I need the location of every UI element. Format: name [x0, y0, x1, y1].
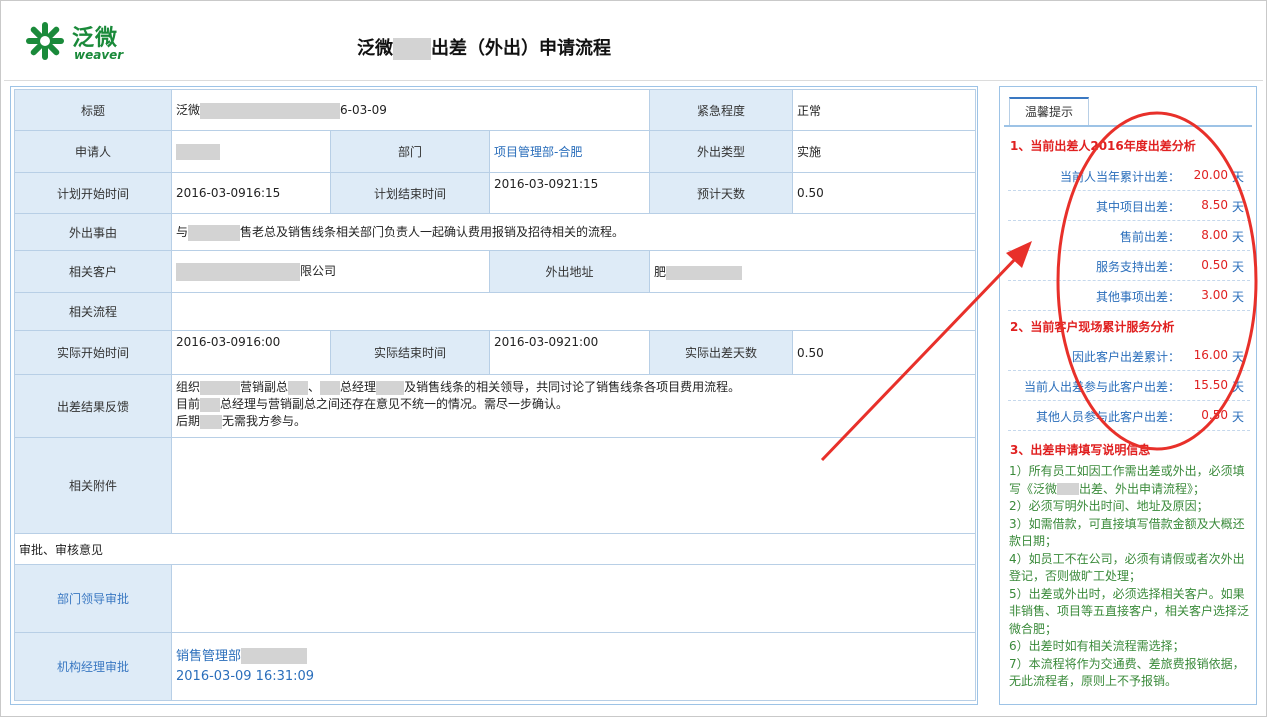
- org-manager-time: 2016-03-09 16:31:09: [176, 668, 315, 684]
- approval-section-title: 审批、审核意见: [13, 533, 977, 565]
- note-item: 6）出差时如有相关流程需选择；: [1009, 639, 1185, 653]
- note-item: 1）所有员工如因工作需出差或外出，必须填写《泛微 出差、外出申请流程》；: [1009, 464, 1245, 496]
- stat-row: 其中项目出差： 8.50 天: [1008, 191, 1250, 221]
- applicant-label: 申请人: [14, 130, 172, 173]
- redacted-block: [241, 648, 308, 664]
- approval-section-row: 审批、审核意见: [13, 533, 977, 565]
- org-manager-opinion[interactable]: 销售管理部 2016-03-09 16:31:09: [170, 632, 977, 701]
- plan-start-label: 计划开始时间: [14, 172, 172, 214]
- section-title-travel-analysis: 1、当前出差人2016年度出差分析: [1010, 139, 1196, 153]
- form-row-related-flow: 相关流程: [14, 292, 977, 331]
- tab-divider: [1004, 125, 1252, 127]
- feedback-value[interactable]: 组织 营销副总、总经理 及销售线条的相关领导，共同讨论了销售线条各项目费用流程。 目…: [170, 374, 977, 438]
- section-title-fill-instructions: 3、出差申请填写说明信息: [1010, 443, 1151, 457]
- request-form: 标题 泛微 6-03-09 紧急程度 正常 申请人 部门 项目管理部-合肥 外出类…: [10, 86, 978, 705]
- page-title: 泛微 出差（外出）申请流程: [357, 34, 611, 60]
- form-row-dept-leader: 部门领导审批: [14, 564, 977, 633]
- feedback-line-1: 组织 营销副总、总经理 及销售线条的相关领导，共同讨论了销售线条各项目费用流程。: [176, 380, 741, 395]
- stat-row: 当前人出差参与此客户出差： 15.50 天: [1008, 371, 1250, 401]
- stat-row: 服务支持出差： 0.50 天: [1008, 251, 1250, 281]
- address-value[interactable]: 肥: [649, 250, 977, 293]
- brand-sub: weaver: [74, 48, 124, 62]
- actual-days-value[interactable]: 0.50: [792, 330, 977, 375]
- feedback-line-3: 后期 无需我方参与。: [176, 414, 307, 429]
- stat-row: 因此客户出差累计： 16.00 天: [1008, 341, 1250, 371]
- page-title-suffix: 出差（外出）申请流程: [431, 38, 611, 59]
- reason-value[interactable]: 与售老总及销售线条相关部门负责人一起确认费用报销及招待相关的流程。: [170, 213, 977, 251]
- stat-row: 当前人当年累计出差： 20.00 天: [1008, 161, 1250, 191]
- urgency-value[interactable]: 正常: [792, 89, 977, 131]
- feedback-line-2: 目前 总经理与营销副总之间还存在意见不统一的情况。需尽一步确认。: [176, 397, 569, 412]
- feedback-label: 出差结果反馈: [14, 374, 172, 438]
- note-item: 2）必须写明外出时间、地址及原因；: [1009, 499, 1209, 513]
- note-item: 5）出差或外出时，必须选择相关客户。如果非销售、项目等五直接客户，相关客户选择泛…: [1009, 586, 1250, 636]
- note-item: 7）本流程将作为交通费、差旅费报销依据，无此流程者，原则上不予报销。: [1009, 656, 1245, 689]
- attachment-area[interactable]: [170, 437, 977, 534]
- org-manager-label: 机构经理审批: [14, 632, 172, 701]
- redacted-block: [393, 38, 431, 60]
- header-divider: [4, 80, 1263, 81]
- reason-label: 外出事由: [14, 213, 172, 251]
- stat-row: 售前出差： 8.00 天: [1008, 221, 1250, 251]
- actual-end-label: 实际结束时间: [330, 330, 490, 375]
- related-flow-label: 相关流程: [14, 292, 172, 331]
- form-row-actual-time: 实际开始时间 2016-03-0916:00 实际结束时间 2016-03-09…: [14, 330, 977, 375]
- actual-start-label: 实际开始时间: [14, 330, 172, 375]
- tips-panel: 温馨提示 1、当前出差人2016年度出差分析 当前人当年累计出差： 20.00 天 …: [999, 86, 1257, 705]
- address-label: 外出地址: [488, 250, 651, 293]
- applicant-value[interactable]: [171, 130, 331, 173]
- org-manager-dept[interactable]: 销售管理部: [176, 649, 241, 664]
- related-flow-value[interactable]: [170, 292, 977, 331]
- form-table: 标题 泛微 6-03-09 紧急程度 正常 申请人 部门 项目管理部-合肥 外出类…: [13, 89, 977, 701]
- plan-end-label: 计划结束时间: [330, 172, 490, 214]
- form-row-reason: 外出事由 与售老总及销售线条相关部门负责人一起确认费用报销及招待相关的流程。: [14, 213, 977, 251]
- plan-start-value[interactable]: 2016-03-0916:15: [171, 172, 331, 214]
- est-days-value[interactable]: 0.50: [792, 172, 977, 214]
- out-type-value[interactable]: 实施: [792, 130, 977, 173]
- form-row-attachment: 相关附件: [14, 437, 977, 534]
- dept-leader-label: 部门领导审批: [14, 564, 172, 633]
- dept-label: 部门: [330, 130, 490, 173]
- actual-start-value[interactable]: 2016-03-0916:00: [171, 330, 331, 375]
- redacted-block: [188, 224, 241, 241]
- est-days-label: 预计天数: [649, 172, 794, 214]
- title-value[interactable]: 泛微 6-03-09: [170, 89, 651, 131]
- dept-leader-opinion[interactable]: [170, 564, 977, 633]
- redacted-block: [176, 143, 220, 160]
- redacted-block: [200, 102, 341, 119]
- dept-value[interactable]: 项目管理部-合肥: [488, 130, 651, 173]
- fill-instructions: 1）所有员工如因工作需出差或外出，必须填写《泛微 出差、外出申请流程》； 2）必须…: [1009, 463, 1249, 691]
- customer-label: 相关客户: [14, 250, 172, 293]
- weaver-logo-icon: [26, 22, 64, 60]
- form-row-title: 标题 泛微 6-03-09 紧急程度 正常: [14, 89, 977, 131]
- actual-end-value[interactable]: 2016-03-0921:00: [488, 330, 651, 375]
- stat-row: 其他人员参与此客户出差： 0.50 天: [1008, 401, 1250, 431]
- tab-tips[interactable]: 温馨提示: [1009, 97, 1089, 127]
- form-row-applicant: 申请人 部门 项目管理部-合肥 外出类型 实施: [14, 130, 977, 173]
- urgency-label: 紧急程度: [649, 89, 794, 131]
- form-row-org-manager: 机构经理审批 销售管理部 2016-03-09 16:31:09: [14, 632, 977, 701]
- customer-value[interactable]: 限公司: [171, 250, 490, 293]
- out-type-label: 外出类型: [649, 130, 794, 173]
- redacted-block: [666, 265, 743, 280]
- redacted-block: [176, 262, 300, 281]
- attachment-label: 相关附件: [14, 437, 172, 534]
- note-item: 3）如需借款，可直接填写借款金额及大概还款日期；: [1009, 516, 1245, 549]
- form-row-feedback: 出差结果反馈 组织 营销副总、总经理 及销售线条的相关领导，共同讨论了销售线条各项目…: [14, 374, 977, 438]
- title-label: 标题: [14, 89, 172, 131]
- stat-row: 其他事项出差： 3.00 天: [1008, 281, 1250, 311]
- note-item: 4）如员工不在公司，必须有请假或者次外出登记，否则做旷工处理；: [1009, 551, 1245, 584]
- actual-days-label: 实际出差天数: [649, 330, 794, 375]
- weaver-logo: 泛微 weaver: [22, 18, 132, 68]
- form-row-plan-time: 计划开始时间 2016-03-0916:15 计划结束时间 2016-03-09…: [14, 172, 977, 214]
- plan-end-value[interactable]: 2016-03-0921:15: [488, 172, 651, 214]
- page-title-prefix: 泛微: [357, 38, 393, 59]
- form-row-customer: 相关客户 限公司 外出地址 肥: [14, 250, 977, 293]
- section-title-customer-analysis: 2、当前客户现场累计服务分析: [1010, 320, 1175, 334]
